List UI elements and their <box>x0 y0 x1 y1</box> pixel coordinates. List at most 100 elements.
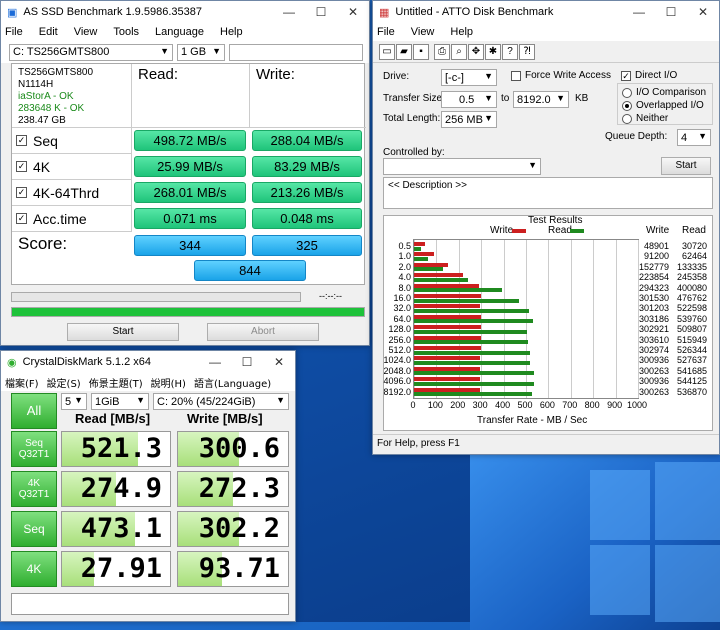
menu-help[interactable]: Help <box>220 26 243 38</box>
y-category-label: 128.0 <box>388 324 411 335</box>
menu-language[interactable]: Language <box>155 26 204 38</box>
chevron-down-icon: ▼ <box>276 395 285 405</box>
y-category-label: 0.5 <box>398 241 411 251</box>
controlled-by-select[interactable]: ▼ <box>383 158 541 175</box>
neither-radio[interactable] <box>622 114 632 124</box>
transfer-to-select[interactable]: 8192.0 ▼ <box>513 91 569 108</box>
maximize-button[interactable]: ☐ <box>305 1 337 23</box>
menu-file[interactable]: 檔案(F) <box>5 375 39 390</box>
total-length-select[interactable]: 256 MB ▼ <box>441 111 497 128</box>
write-bar <box>414 273 464 278</box>
close-button[interactable]: ✕ <box>687 1 719 23</box>
minimize-button[interactable]: — <box>273 1 305 23</box>
menu-help[interactable]: Help <box>450 26 473 38</box>
4k-button[interactable]: 4K <box>11 551 57 587</box>
all-button[interactable]: All <box>11 393 57 429</box>
menu-tools[interactable]: Tools <box>113 26 139 38</box>
maximize-button[interactable]: ☐ <box>231 351 263 373</box>
checkbox-icon: ✓ <box>16 213 27 224</box>
row-4k-label[interactable]: ✓ 4K <box>12 154 132 180</box>
drive-select[interactable]: [-c-] ▼ <box>441 69 497 86</box>
size-select-value: 1 GB <box>181 46 207 58</box>
transfer-rate-chart <box>413 239 639 399</box>
comment-field[interactable] <box>11 593 289 615</box>
gridline <box>615 240 617 398</box>
crystaldiskmark-window: ◉ CrystalDiskMark 5.1.2 x64 — ☐ ✕ 檔案(F) … <box>0 350 296 622</box>
row-label: 4K <box>33 158 51 175</box>
queue-depth-select[interactable]: 4 ▼ <box>677 129 711 146</box>
x-tick-label: 400 <box>495 400 511 410</box>
chevron-down-icon: ▼ <box>484 113 493 123</box>
read-value: 539760 <box>676 313 707 324</box>
maximize-button[interactable]: ☐ <box>655 1 687 23</box>
seq-button[interactable]: Seq <box>11 511 57 547</box>
direct-io-checkbox[interactable]: ✓ <box>621 71 631 81</box>
menu-settings[interactable]: 設定(S) <box>47 375 81 390</box>
status-bar: For Help, press F1 <box>373 434 719 454</box>
read-bar <box>414 319 534 324</box>
write-header: Write: <box>250 64 366 128</box>
menu-file[interactable]: File <box>377 26 395 38</box>
atto-start-button[interactable]: Start <box>661 157 711 175</box>
size-select[interactable]: 1GiB ▼ <box>91 393 149 410</box>
4k-q32t1-button[interactable]: 4K Q32T1 <box>11 471 57 507</box>
print-icon[interactable]: ⎙ <box>434 43 450 60</box>
row-acctime-label[interactable]: ✓ Acc.time <box>12 206 132 232</box>
start-button[interactable]: Start <box>67 323 179 341</box>
atto-settings-panel: Drive: [-c-] ▼ Force Write Access ✓ Direc… <box>373 63 719 435</box>
description-box[interactable]: << Description >> <box>383 177 713 209</box>
menu-bar: 檔案(F) 設定(S) 佈景主題(T) 說明(H) 語言(Language) <box>1 373 295 391</box>
minimize-button[interactable]: — <box>199 351 231 373</box>
read-value: 509807 <box>676 324 707 335</box>
x-tick-label: 500 <box>517 400 533 410</box>
count-select[interactable]: 5 ▼ <box>61 393 87 410</box>
drive-select[interactable]: C: 20% (45/224GiB) ▼ <box>153 393 289 410</box>
checkbox-icon: ✓ <box>16 187 27 198</box>
menu-file[interactable]: File <box>5 26 23 38</box>
read-bar <box>414 246 421 251</box>
controlled-by-label: Controlled by: <box>383 147 445 158</box>
menu-view[interactable]: View <box>74 26 98 38</box>
4k-read-value: 25.99 MB/s <box>134 156 246 177</box>
row-4k64-label[interactable]: ✓ 4K-64Thrd <box>12 180 132 206</box>
force-write-checkbox[interactable] <box>511 71 521 81</box>
size-select[interactable]: 1 GB ▼ <box>177 43 225 61</box>
context-help-icon[interactable]: ⁈ <box>519 43 535 60</box>
write-value: 300936 <box>638 376 669 387</box>
legend-read-label: Read <box>548 225 572 236</box>
progress-fill <box>12 308 364 316</box>
close-button[interactable]: ✕ <box>337 1 369 23</box>
seq-write-value: 288.04 MB/s <box>252 130 362 151</box>
overlapped-io-radio[interactable] <box>622 101 632 111</box>
write-bar <box>414 314 481 319</box>
read-value: 30720 <box>681 241 707 251</box>
extra-field[interactable] <box>229 43 363 61</box>
row-seq-label[interactable]: ✓ Seq <box>12 128 132 154</box>
write-value: 223854 <box>638 272 669 283</box>
menu-help[interactable]: 說明(H) <box>151 375 186 390</box>
menu-view[interactable]: View <box>411 26 435 38</box>
menu-theme[interactable]: 佈景主題(T) <box>89 375 143 390</box>
menu-language[interactable]: 語言(Language) <box>194 375 271 390</box>
menu-edit[interactable]: Edit <box>39 26 58 38</box>
close-button[interactable]: ✕ <box>263 351 295 373</box>
row-label-line1: 4K <box>26 561 42 576</box>
open-folder-icon[interactable]: ▰ <box>396 43 412 60</box>
row-label: 4K-64Thrd <box>33 184 100 201</box>
drive-value: C: 20% (45/224GiB) <box>157 395 256 408</box>
y-category-label: 2048.0 <box>383 365 411 376</box>
transfer-from-select[interactable]: 0.5 ▼ <box>441 91 497 108</box>
drive-select[interactable]: C: TS256GMTS800 ▼ <box>9 43 173 61</box>
io-comparison-radio[interactable] <box>622 88 632 98</box>
print-preview-icon[interactable]: ⌕ <box>451 43 467 60</box>
gridline <box>570 240 572 398</box>
settings-icon[interactable]: ✱ <box>485 43 501 60</box>
new-file-icon[interactable]: ▭ <box>379 43 395 60</box>
move-icon[interactable]: ✥ <box>468 43 484 60</box>
seq-q32t1-button[interactable]: Seq Q32T1 <box>11 431 57 467</box>
save-icon[interactable]: ▪ <box>413 43 429 60</box>
minimize-button[interactable]: — <box>623 1 655 23</box>
io-mode-group: I/O Comparison Overlapped I/O Neither <box>617 83 713 125</box>
help-icon[interactable]: ? <box>502 43 518 60</box>
abort-button[interactable]: Abort <box>207 323 319 341</box>
